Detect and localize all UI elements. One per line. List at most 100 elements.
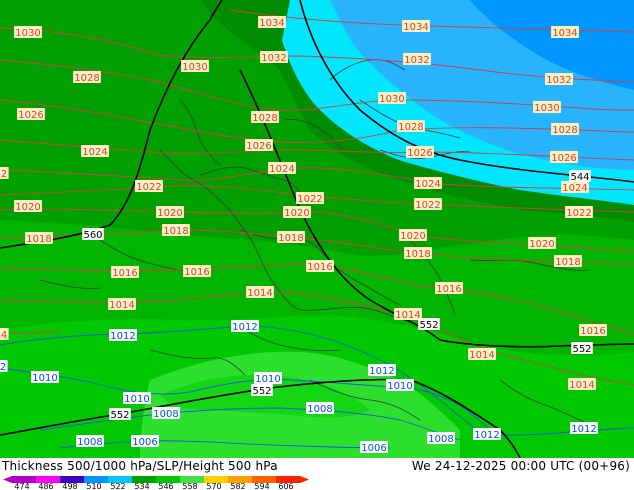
color-legend: 474 486 498 510 522 534 546 558 570 582 594 606 xyxy=(3,476,309,490)
slp-isobar-label: 4 xyxy=(0,328,9,341)
slp-isobar-label-text: 1022 xyxy=(136,182,161,193)
thickness-contour-label-text: 1012 xyxy=(369,366,394,377)
slp-isobar-label-text: 1028 xyxy=(552,125,577,136)
slp-isobar-label: 1034 xyxy=(258,16,286,29)
thickness-contour-label-text: 1008 xyxy=(77,437,102,448)
legend-arrow-low xyxy=(3,476,12,483)
legend-tick-label: 474 xyxy=(14,482,29,490)
slp-isobar-label: 1016 xyxy=(435,282,463,295)
height-contour-label: 552 xyxy=(418,318,440,331)
thickness-slp-height-map: 1034 1034 1034 1032 1032 1032 1030 1030 1030 1030… xyxy=(0,0,634,458)
thickness-contour-label-text: 1012 xyxy=(474,430,499,441)
slp-isobar-label: 1022 xyxy=(296,192,324,205)
slp-isobar-label-text: 1014 xyxy=(247,288,272,299)
slp-isobar-label-text: 1018 xyxy=(26,234,51,245)
slp-isobar-label-text: 1020 xyxy=(529,239,554,250)
slp-isobar-label: 1026 xyxy=(245,139,273,152)
slp-isobar-label-text: 1018 xyxy=(163,226,188,237)
slp-isobar-label: 1028 xyxy=(397,120,425,133)
slp-isobar-label-text: 1022 xyxy=(297,194,322,205)
slp-isobar-label: 1028 xyxy=(251,111,279,124)
slp-isobar-label: 1016 xyxy=(183,265,211,278)
thickness-contour-label: 1006 xyxy=(360,441,388,454)
slp-isobar-label-text: 1014 xyxy=(569,380,594,391)
slp-isobar-label-text: 1024 xyxy=(415,179,440,190)
slp-isobar-label: 1024 xyxy=(414,177,442,190)
thickness-contour-label-text: 1006 xyxy=(132,437,157,448)
slp-isobar-label: 1028 xyxy=(73,71,101,84)
thickness-contour-label: 1008 xyxy=(152,407,180,420)
slp-isobar-label-text: 1014 xyxy=(395,310,420,321)
slp-isobar-label-text: 1028 xyxy=(252,113,277,124)
slp-isobar-label-text: 1026 xyxy=(407,148,432,159)
thickness-contour-label: 1012 xyxy=(570,422,598,435)
slp-isobar-label: 1016 xyxy=(579,324,607,337)
slp-isobar-label-text: 1020 xyxy=(15,202,40,213)
slp-isobar-label-text: 1034 xyxy=(552,28,577,39)
thickness-contour-label: 1012 xyxy=(368,364,396,377)
thickness-contour-label-text: 2 xyxy=(0,362,6,373)
slp-isobar-label: 1016 xyxy=(306,260,334,273)
slp-isobar-label: 1018 xyxy=(25,232,53,245)
slp-isobar-label: 1022 xyxy=(414,198,442,211)
slp-isobar-label: 2 xyxy=(0,167,9,180)
slp-isobar-label: 1018 xyxy=(554,255,582,268)
slp-isobar-label-text: 1030 xyxy=(534,103,559,114)
slp-isobar-label: 1014 xyxy=(568,378,596,391)
thickness-contour-label-text: 1008 xyxy=(307,404,332,415)
slp-isobar-label: 1020 xyxy=(156,206,184,219)
slp-isobar-label: 1020 xyxy=(528,237,556,250)
thickness-contour-label-text: 1012 xyxy=(232,322,257,333)
slp-isobar-label-text: 1022 xyxy=(566,208,591,219)
thickness-contour-label-text: 1012 xyxy=(110,331,135,342)
slp-isobar-label: 1022 xyxy=(565,206,593,219)
slp-isobar-label-text: 1032 xyxy=(261,53,286,64)
thickness-contour-label-text: 1010 xyxy=(255,374,280,385)
legend-tick-label: 534 xyxy=(134,482,149,490)
slp-isobar-label-text: 1024 xyxy=(269,164,294,175)
slp-isobar-label-text: 1016 xyxy=(112,268,137,279)
map-footer: Thickness 500/1000 hPa/SLP/Height 500 hP… xyxy=(0,458,634,490)
height-contour-label-text: 544 xyxy=(570,172,589,183)
legend-arrow-high xyxy=(300,476,309,483)
slp-isobar-label: 1030 xyxy=(378,92,406,105)
slp-isobar-label: 1014 xyxy=(246,286,274,299)
slp-isobar-label-text: 1024 xyxy=(82,147,107,158)
thickness-contour-label-text: 1012 xyxy=(571,424,596,435)
thickness-contour-label-text: 1010 xyxy=(124,394,149,405)
slp-isobar-label: 1024 xyxy=(81,145,109,158)
thickness-contour-label: 1012 xyxy=(231,320,259,333)
thickness-contour-label: 1010 xyxy=(254,372,282,385)
slp-isobar-label-text: 2 xyxy=(1,169,7,180)
slp-isobar-label-text: 1034 xyxy=(403,22,428,33)
legend-tick-label: 558 xyxy=(182,482,197,490)
slp-isobar-label: 1030 xyxy=(181,60,209,73)
slp-isobar-label-text: 1020 xyxy=(400,231,425,242)
slp-isobar-label-text: 1018 xyxy=(278,233,303,244)
height-contour-label-text: 552 xyxy=(252,386,271,397)
slp-isobar-label-text: 1020 xyxy=(284,208,309,219)
legend-tick-label: 582 xyxy=(230,482,245,490)
thickness-contour-label: 1006 xyxy=(131,435,159,448)
height-contour-label-text: 552 xyxy=(110,410,129,421)
thickness-contour-label: 1010 xyxy=(31,371,59,384)
slp-isobar-label: 1026 xyxy=(406,146,434,159)
slp-isobar-label-text: 1014 xyxy=(109,300,134,311)
slp-isobar-label: 1034 xyxy=(551,26,579,39)
slp-isobar-label: 1018 xyxy=(404,247,432,260)
slp-isobar-label-text: 1018 xyxy=(555,257,580,268)
slp-isobar-label: 1030 xyxy=(14,26,42,39)
slp-isobar-label: 1028 xyxy=(551,123,579,136)
legend-tick-label: 546 xyxy=(158,482,173,490)
thickness-contour-label: 1008 xyxy=(427,432,455,445)
legend-tick-label: 570 xyxy=(206,482,221,490)
thickness-contour-label-text: 1010 xyxy=(387,381,412,392)
thickness-contour-label-text: 1008 xyxy=(428,434,453,445)
slp-isobar-label-text: 1030 xyxy=(182,62,207,73)
legend-tick-label: 510 xyxy=(86,482,101,490)
slp-isobar-label-text: 1024 xyxy=(562,183,587,194)
thickness-contour-label: 2 xyxy=(0,360,8,373)
slp-isobar-label-text: 1020 xyxy=(157,208,182,219)
height-contour-label-text: 560 xyxy=(83,230,102,241)
slp-isobar-label: 1032 xyxy=(403,53,431,66)
